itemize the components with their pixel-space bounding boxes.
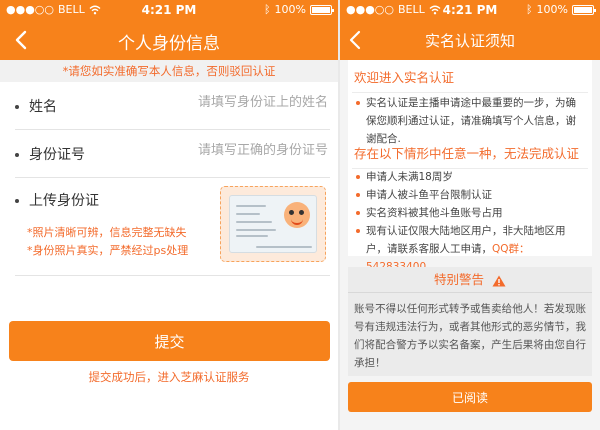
warning-header: 特别警告 [348, 267, 592, 293]
page-title: 个人身份信息 [118, 34, 220, 54]
fail-item: 申请人未满18周岁 [356, 168, 586, 186]
bluetooth-icon: ᛒ [525, 3, 533, 16]
submit-button[interactable]: 提交 [9, 321, 330, 361]
upload-note-clear: *照片清晰可辨，信息完整无缺失 [27, 226, 187, 239]
bullet-dot [15, 105, 19, 109]
bullet-dot [15, 153, 19, 157]
fail-item: 申请人被斗鱼平台限制认证 [356, 186, 586, 204]
warning-text: 账号不得以任何形式转予或售卖给他人！若发现账号有违规违法行为，或者其他形式的恶劣… [354, 303, 586, 369]
identity-info-screen: ●●●○○ BELL 4:21 PM ᛒ 100% 个人身份信息 *请您如实准确… [0, 0, 338, 430]
submit-hint: 提交成功后，进入芝麻认证服务 [88, 370, 250, 384]
id-number-input[interactable] [138, 143, 328, 158]
verification-notice-screen: ●●●○○ BELL 4:21 PM ᛒ 100% 实名认证须知 欢迎进入实名认… [340, 0, 600, 430]
battery-icon [572, 4, 596, 15]
name-label: 姓名 [29, 99, 57, 115]
name-input[interactable] [138, 95, 328, 110]
page-title: 实名认证须知 [424, 32, 515, 50]
id-card-sample-image [229, 195, 317, 253]
battery-percent: 100% [536, 3, 568, 16]
welcome-heading: 欢迎进入实名认证 [352, 62, 588, 93]
id-number-label: 身份证号 [29, 147, 85, 163]
warning-title: 特别警告 [434, 272, 485, 287]
special-warning-box: 特别警告 账号不得以任何形式转予或售卖给他人！若发现账号有违规违法行为，或者其他… [348, 267, 592, 376]
info-warning-banner: *请您如实准确写本人信息，否则驳回认证 [0, 60, 338, 82]
nav-bar: 实名认证须知 [340, 20, 600, 60]
mascot-icon [284, 202, 310, 228]
bullet-dot [356, 211, 360, 215]
notice-content: 欢迎进入实名认证 实名认证是主播申请途中最重要的一步，为确保您顺利通过认证，请准… [340, 60, 600, 430]
battery-percent: 100% [274, 3, 306, 16]
bullet-dot [356, 229, 360, 233]
warning-triangle-icon [492, 275, 506, 286]
bullet-dot [15, 199, 19, 203]
id-photo-upload-button[interactable] [220, 186, 326, 262]
upload-id-section: 上传身份证 *照片清晰可辨，信息完整无缺失 *身份照片真实，严禁经过ps处理 [15, 180, 330, 276]
read-confirm-button[interactable]: 已阅读 [348, 382, 592, 412]
upload-label: 上传身份证 [29, 193, 99, 209]
status-bar: ●●●○○ BELL 4:21 PM ᛒ 100% [0, 0, 338, 20]
bullet-dot [356, 101, 360, 105]
fail-conditions-heading: 存在以下情形中任意一种，无法完成认证 [352, 138, 588, 169]
bullet-dot [356, 193, 360, 197]
bullet-dot [356, 175, 360, 179]
status-bar: ●●●○○ BELL 4:21 PM ᛒ 100% [340, 0, 600, 20]
bluetooth-icon: ᛒ [263, 3, 271, 16]
nav-bar: 个人身份信息 [0, 20, 338, 60]
name-row: 姓名 [15, 82, 330, 130]
fail-item: 实名资料被其他斗鱼账号占用 [356, 204, 586, 222]
notice-card: 欢迎进入实名认证 实名认证是主播申请途中最重要的一步，为确保您顺利通过认证，请准… [348, 60, 592, 273]
id-number-row: 身份证号 [15, 130, 330, 178]
battery-icon [310, 4, 334, 15]
upload-note-authentic: *身份照片真实，严禁经过ps处理 [27, 244, 189, 257]
